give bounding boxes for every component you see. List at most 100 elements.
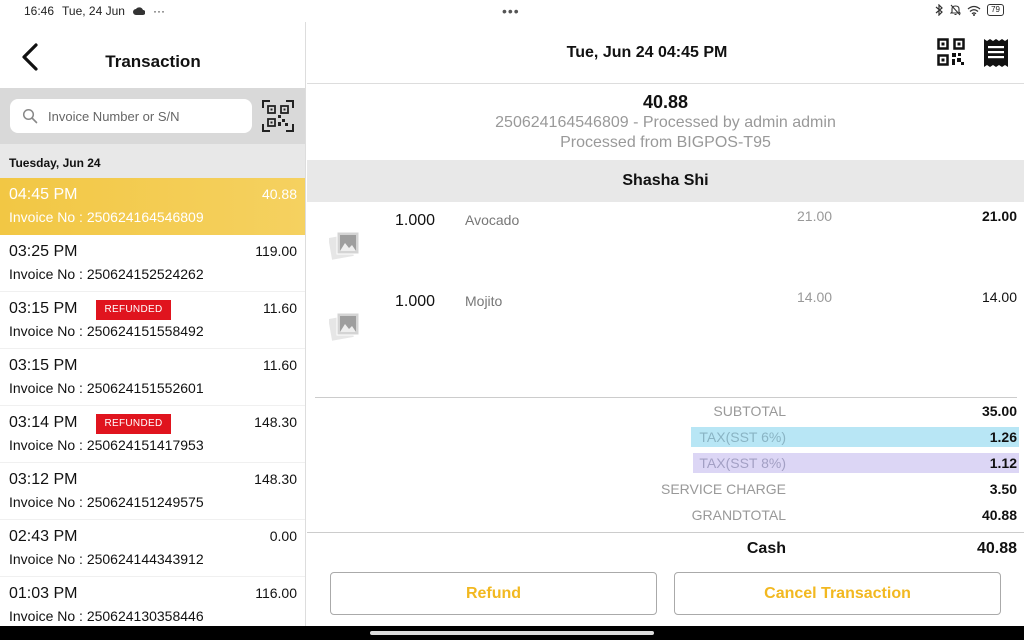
transaction-amount: 0.00 — [269, 528, 297, 544]
transaction-item[interactable]: 02:43 PM 0.00 Invoice No : 250624144343912 — [0, 520, 305, 577]
tax-sst8-row: TAX(SST 8%) 1.12 — [307, 450, 1024, 476]
transaction-invoice: Invoice No : 250624130358446 — [9, 608, 204, 624]
transaction-time: 01:03 PM — [9, 585, 78, 602]
transaction-time: 03:25 PM — [9, 243, 78, 260]
transaction-amount: 119.00 — [255, 243, 297, 259]
transaction-invoice: Invoice No : 250624151249575 — [9, 494, 204, 510]
mute-icon — [950, 4, 962, 16]
search-box[interactable] — [10, 99, 252, 133]
subtotal-row: SUBTOTAL 35.00 — [307, 398, 1024, 424]
cancel-transaction-button[interactable]: Cancel Transaction — [674, 572, 1001, 615]
item-quantity: 1.000 — [395, 293, 436, 310]
transaction-invoice: Invoice No : 250624152524262 — [9, 266, 204, 282]
receipt-icon[interactable] — [983, 38, 1009, 68]
transaction-datetime: Tue, Jun 24 04:45 PM — [566, 44, 728, 61]
cloud-icon — [133, 7, 145, 15]
service-charge-label: SERVICE CHARGE — [661, 481, 786, 497]
transaction-amount: 11.60 — [263, 357, 297, 373]
transaction-detail: Tue, Jun 24 04:45 PM 40.88 2506241645468… — [307, 22, 1024, 626]
refund-button[interactable]: Refund — [330, 572, 657, 615]
transaction-list: 04:45 PM 40.88 Invoice No : 25062416454680… — [0, 178, 305, 626]
image-placeholder-icon — [329, 231, 360, 260]
battery-icon: 79 — [987, 4, 1004, 16]
transaction-invoice: Invoice No : 250624151558492 — [9, 323, 204, 339]
item-name: Avocado — [465, 212, 520, 228]
item-total: 14.00 — [981, 289, 1017, 305]
processed-from: Processed from BIGPOS-T95 — [560, 134, 771, 151]
transaction-time: 03:15 PM — [9, 300, 78, 317]
subtotal-value: 35.00 — [981, 403, 1017, 419]
wifi-icon — [967, 5, 981, 16]
item-name: Mojito — [465, 293, 503, 309]
refunded-badge: REFUNDED — [96, 414, 171, 434]
date-group-header: Tuesday, Jun 24 — [0, 144, 305, 178]
transaction-item[interactable]: 03:15 PM 11.60 Invoice No : 25062415155260… — [0, 349, 305, 406]
service-charge-value: 3.50 — [989, 481, 1017, 497]
transaction-invoice: Invoice No : 250624144343912 — [9, 551, 204, 567]
summary-total: 40.88 — [642, 92, 689, 112]
customer-name: Shasha Shi — [307, 160, 1024, 202]
qr-scan-icon[interactable] — [262, 100, 294, 132]
line-item: 1.000 Avocado 21.00 21.00 — [307, 202, 1024, 283]
item-unit-price: 21.00 — [797, 208, 833, 224]
transaction-item[interactable]: 03:12 PM 148.30 Invoice No : 2506241512495… — [0, 463, 305, 520]
transaction-sidebar: Transaction Tuesday, Jun 24 04:45 PM 40.8… — [0, 22, 306, 626]
item-unit-price: 14.00 — [797, 289, 833, 305]
transaction-summary: 40.88 250624164546809 - Processed by adm… — [307, 84, 1024, 160]
item-total: 21.00 — [981, 208, 1017, 224]
status-time: 16:46 — [24, 4, 55, 18]
transaction-time: 04:45 PM — [9, 186, 78, 203]
payment-amount: 40.88 — [976, 540, 1017, 557]
transaction-time: 03:14 PM — [9, 414, 78, 431]
line-item: 1.000 Mojito 14.00 14.00 — [307, 283, 1024, 364]
detail-header: Tue, Jun 24 04:45 PM — [307, 22, 1024, 84]
tax8-label: TAX(SST 8%) — [699, 455, 786, 471]
multitask-dots[interactable]: ••• — [502, 3, 520, 19]
search-area — [0, 88, 305, 144]
item-quantity: 1.000 — [395, 212, 436, 229]
bluetooth-icon — [935, 4, 943, 16]
transaction-item[interactable]: 03:25 PM 119.00 Invoice No : 2506241525242… — [0, 235, 305, 292]
home-gesture-bar[interactable] — [370, 631, 654, 635]
transaction-item[interactable]: 01:03 PM 116.00 Invoice No : 2506241303584… — [0, 577, 305, 626]
transaction-item[interactable]: 04:45 PM 40.88 Invoice No : 25062416454680… — [0, 178, 305, 235]
search-input[interactable] — [48, 107, 244, 125]
transaction-amount: 11.60 — [263, 300, 297, 316]
grandtotal-value: 40.88 — [981, 507, 1017, 523]
transaction-amount: 40.88 — [261, 186, 297, 202]
transaction-amount: 148.30 — [254, 414, 297, 430]
status-date: Tue, 24 Jun — [62, 4, 125, 18]
transaction-invoice: Invoice No : 250624151552601 — [9, 380, 204, 396]
more-notifications: ··· — [152, 4, 165, 18]
payment-row: Cash 40.88 — [307, 532, 1024, 564]
transaction-item[interactable]: 03:15 PM REFUNDED 11.60 Invoice No : 250624… — [0, 292, 305, 349]
image-placeholder-icon — [329, 312, 360, 341]
transaction-invoice: Invoice No : 250624151417953 — [9, 437, 204, 453]
service-charge-row: SERVICE CHARGE 3.50 — [307, 476, 1024, 502]
tax-sst6-row: TAX(SST 6%) 1.26 — [307, 424, 1024, 450]
transaction-time: 03:12 PM — [9, 471, 78, 488]
tax6-value: 1.26 — [989, 429, 1017, 445]
sidebar-title: Transaction — [105, 52, 201, 71]
transaction-time: 02:43 PM — [9, 528, 78, 545]
transaction-amount: 116.00 — [255, 585, 297, 601]
payment-method: Cash — [746, 540, 786, 557]
grandtotal-row: GRANDTOTAL 40.88 — [307, 502, 1024, 528]
processed-by: 250624164546809 - Processed by admin adm… — [495, 114, 836, 131]
transaction-time: 03:15 PM — [9, 357, 78, 374]
transaction-invoice: Invoice No : 250624164546809 — [9, 209, 204, 225]
system-nav-bar — [0, 626, 1024, 640]
sidebar-header: Transaction — [0, 22, 305, 88]
qr-code-icon[interactable] — [937, 38, 965, 66]
refunded-badge: REFUNDED — [96, 300, 171, 320]
transaction-amount: 148.30 — [254, 471, 297, 487]
tax8-value: 1.12 — [989, 455, 1017, 471]
tax6-label: TAX(SST 6%) — [699, 429, 786, 445]
grandtotal-label: GRANDTOTAL — [691, 507, 786, 523]
status-bar: 16:46 Tue, 24 Jun ··· ••• 79 — [0, 0, 1024, 22]
subtotal-label: SUBTOTAL — [713, 403, 786, 419]
item-list: 1.000 Avocado 21.00 21.00 1.000 Mojito 1… — [307, 202, 1024, 398]
search-icon — [22, 108, 38, 124]
transaction-item[interactable]: 03:14 PM REFUNDED 148.30 Invoice No : 25062… — [0, 406, 305, 463]
totals-section: SUBTOTAL 35.00 TAX(SST 6%) 1.26 TAX(SST … — [307, 398, 1024, 528]
